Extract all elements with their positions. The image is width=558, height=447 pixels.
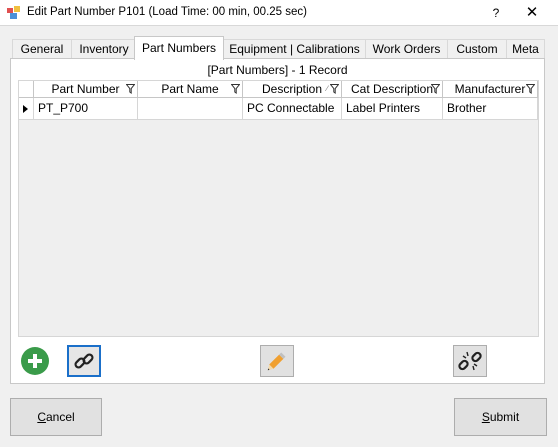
cell-description[interactable]: PC Connectable	[243, 98, 342, 120]
add-button[interactable]	[18, 345, 52, 377]
tab-general[interactable]: General	[12, 39, 72, 59]
title-bar: Edit Part Number P101 (Load Time: 00 min…	[0, 0, 558, 26]
column-header-cat-description[interactable]: Cat Description	[342, 81, 443, 98]
column-header-description[interactable]: Description ∕	[243, 81, 342, 98]
cancel-mnemonic: C	[37, 410, 46, 424]
cancel-label: ancel	[45, 410, 75, 424]
part-numbers-panel: [Part Numbers] - 1 Record Part Number Pa…	[10, 58, 545, 384]
column-header-label: Manufacturer	[454, 82, 526, 96]
cell-manufacturer[interactable]: Brother	[443, 98, 538, 120]
column-header-manufacturer[interactable]: Manufacturer	[443, 81, 538, 98]
submit-label: ubmit	[489, 410, 520, 424]
column-header-label: Description	[261, 82, 323, 96]
tab-equipment-calibrations[interactable]: Equipment | Calibrations	[223, 39, 366, 59]
filter-icon[interactable]	[526, 84, 535, 94]
grid-header-row: Part Number Part Name Description ∕ Cat …	[19, 81, 540, 98]
cell-cat-description[interactable]: Label Printers	[342, 98, 443, 120]
tab-part-numbers[interactable]: Part Numbers	[134, 36, 224, 60]
submit-button[interactable]: Submit	[454, 398, 547, 436]
part-numbers-grid[interactable]: Part Number Part Name Description ∕ Cat …	[18, 80, 539, 337]
tab-meta[interactable]: Meta	[506, 39, 545, 59]
help-button[interactable]: ?	[479, 0, 513, 26]
app-icon	[7, 6, 20, 19]
table-row[interactable]: PT_P700 PC Connectable Label Printers Br…	[19, 98, 540, 120]
filter-icon[interactable]	[330, 84, 339, 94]
link-icon	[74, 353, 94, 369]
grid-caption: [Part Numbers] - 1 Record	[207, 63, 348, 77]
column-header-part-name[interactable]: Part Name	[138, 81, 243, 98]
column-header-label: Cat Description	[350, 82, 434, 96]
tab-work-orders[interactable]: Work Orders	[365, 39, 448, 59]
unlink-button[interactable]	[453, 345, 487, 377]
column-header-label: Part Name	[161, 82, 219, 96]
row-header-corner	[19, 81, 34, 98]
window-title: Edit Part Number P101 (Load Time: 00 min…	[27, 6, 307, 18]
column-header-label: Part Number	[51, 82, 120, 96]
filter-icon[interactable]	[126, 84, 135, 94]
cancel-button[interactable]: Cancel	[10, 398, 102, 436]
sort-ascending-icon: ∕	[326, 84, 328, 93]
edit-button[interactable]	[260, 345, 294, 377]
tab-strip: General Inventory Part Numbers Equipment…	[10, 36, 545, 60]
column-header-part-number[interactable]: Part Number	[34, 81, 138, 98]
unlink-icon	[458, 351, 482, 371]
cell-part-name[interactable]	[138, 98, 243, 120]
current-row-indicator-icon	[19, 98, 34, 120]
filter-icon[interactable]	[431, 84, 440, 94]
tab-custom[interactable]: Custom	[447, 39, 507, 59]
pencil-icon	[267, 352, 286, 371]
close-button[interactable]: ✕	[515, 0, 549, 26]
filter-icon[interactable]	[231, 84, 240, 94]
cell-part-number[interactable]: PT_P700	[34, 98, 138, 120]
tab-inventory[interactable]: Inventory	[71, 39, 137, 59]
submit-mnemonic: S	[481, 410, 490, 424]
link-button[interactable]	[67, 345, 101, 377]
add-icon	[21, 347, 49, 375]
